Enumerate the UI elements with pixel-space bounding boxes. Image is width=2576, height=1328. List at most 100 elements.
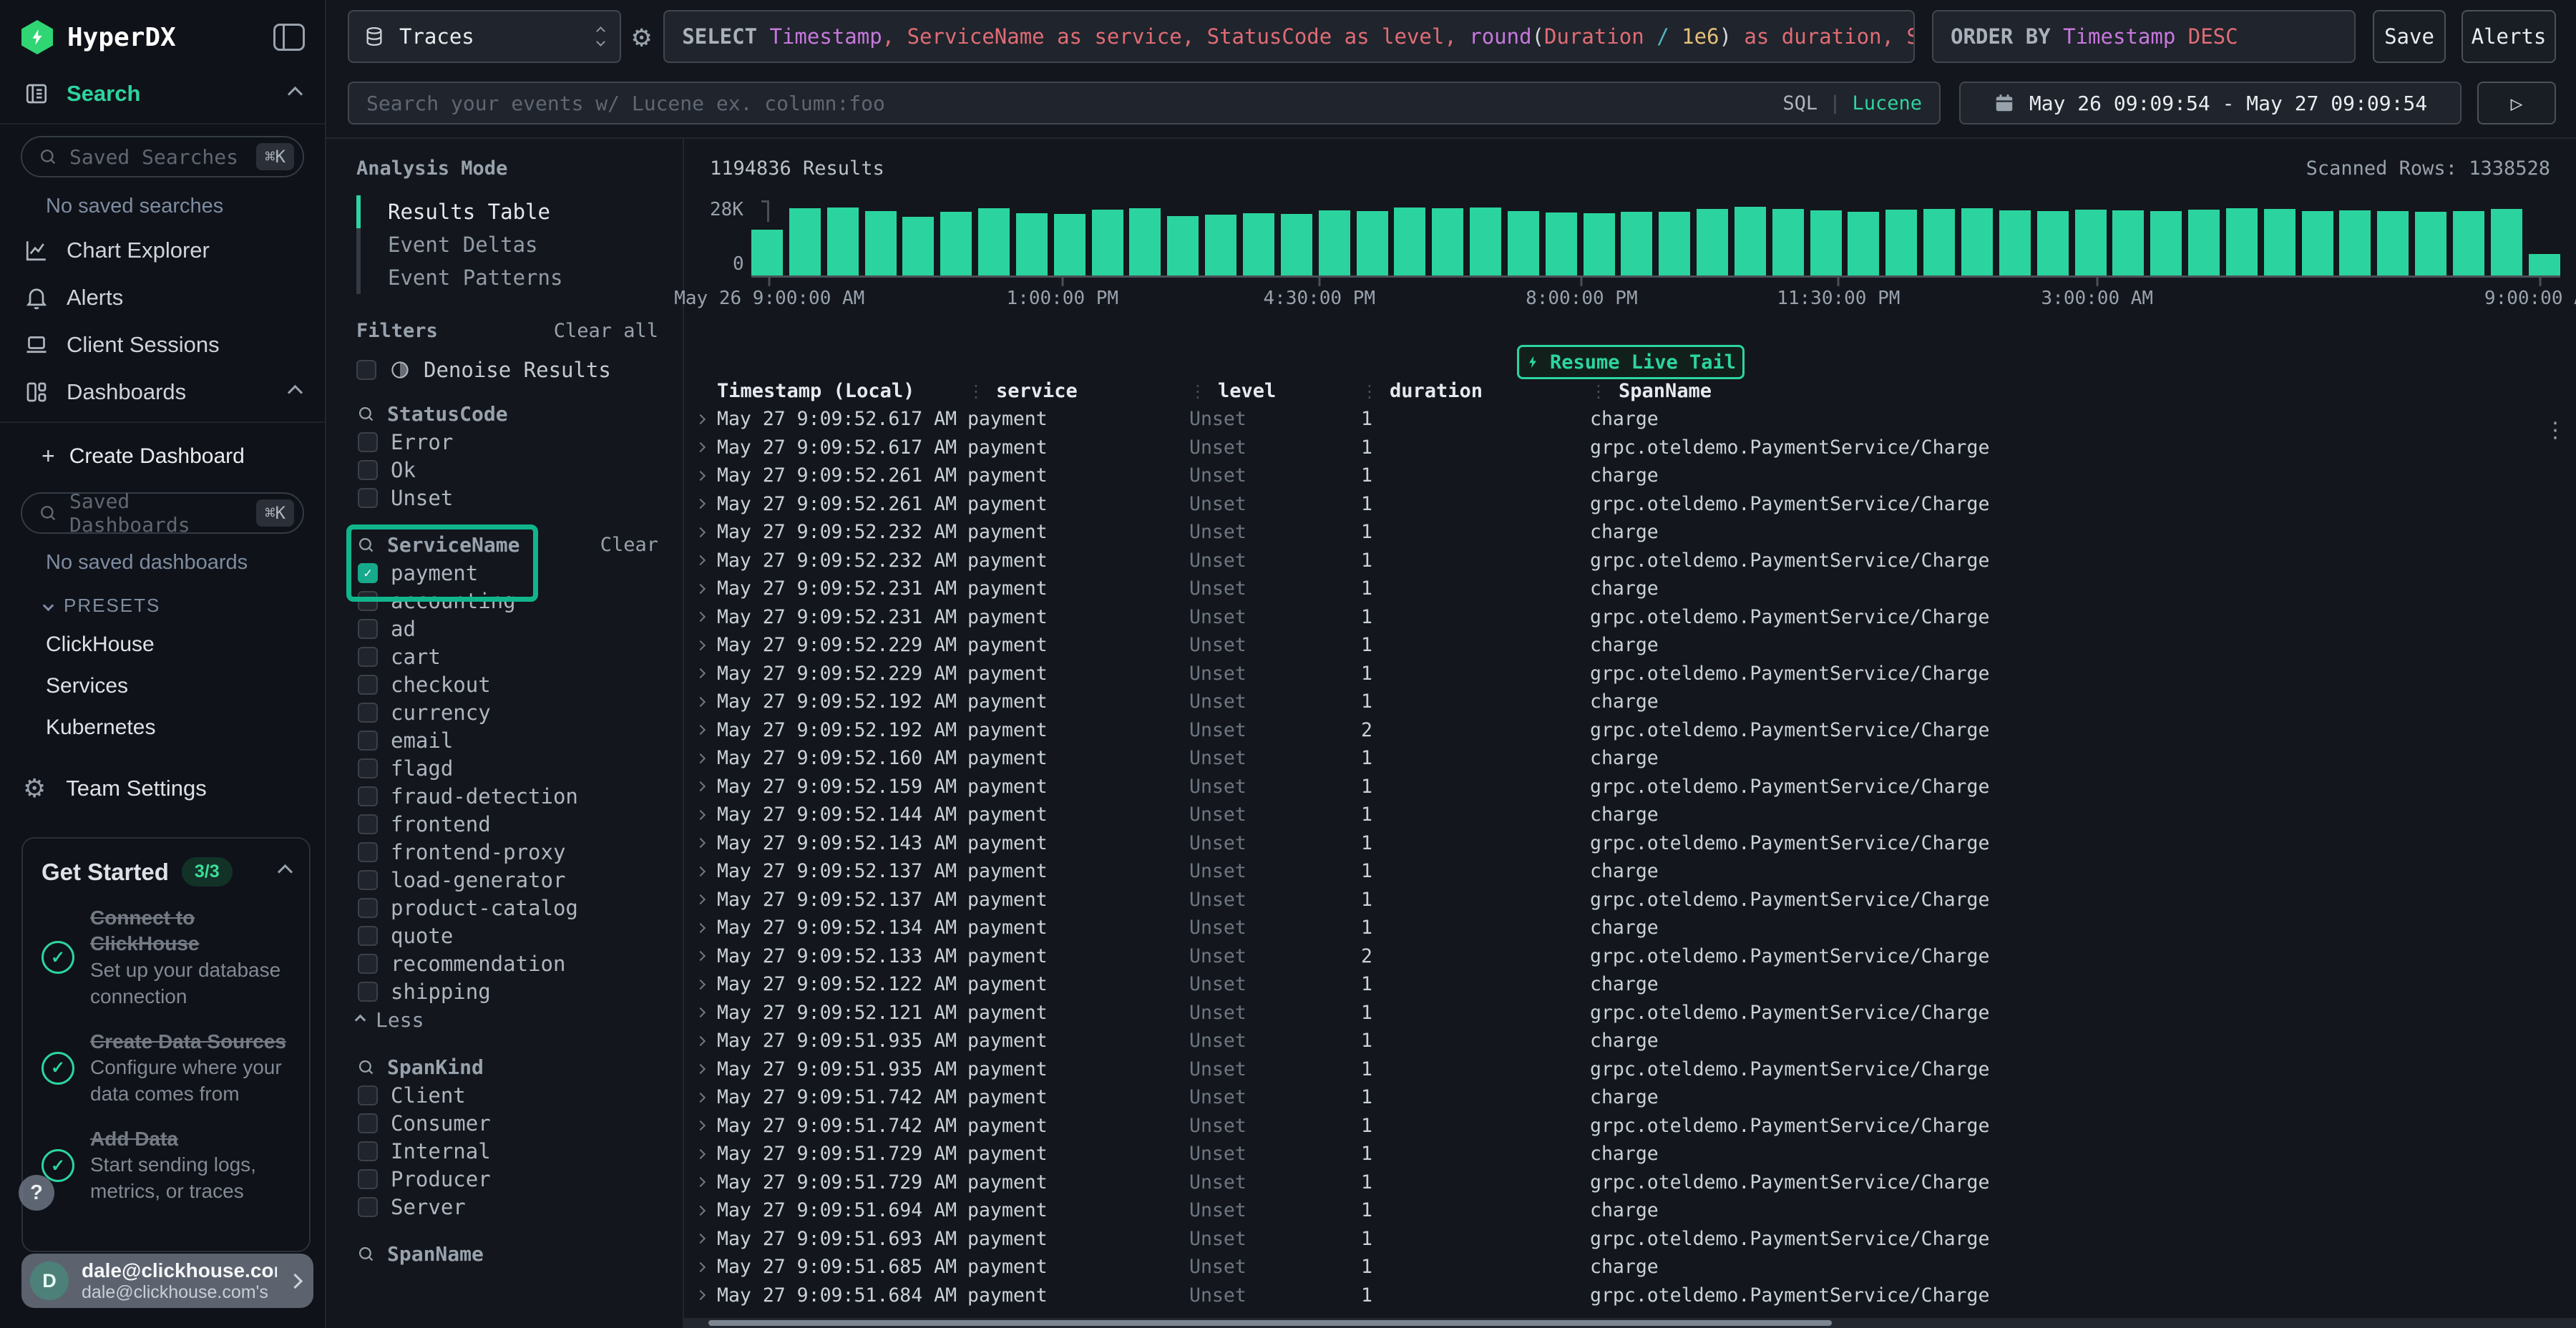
checkbox[interactable] — [358, 619, 378, 639]
checkbox[interactable] — [358, 786, 378, 806]
checkbox[interactable] — [358, 898, 378, 918]
table-row[interactable]: May 27 9:09:51.729 AMpaymentUnset1charge — [684, 1140, 2576, 1168]
checkbox[interactable] — [358, 842, 378, 862]
checkbox[interactable] — [358, 1085, 378, 1105]
clear-all-button[interactable]: Clear all — [554, 320, 658, 342]
filter-option-ad[interactable]: ad — [356, 615, 670, 643]
checkbox[interactable] — [358, 1141, 378, 1161]
column-header-duration[interactable]: ⋮duration — [1361, 380, 1590, 402]
row-expander[interactable] — [684, 868, 717, 875]
checkbox[interactable] — [358, 758, 378, 778]
checkbox[interactable] — [358, 1113, 378, 1133]
table-row[interactable]: May 27 9:09:52.229 AMpaymentUnset1charge — [684, 631, 2576, 660]
table-row[interactable]: May 27 9:09:52.192 AMpaymentUnset1charge — [684, 688, 2576, 716]
row-expander[interactable] — [684, 1235, 717, 1242]
table-row[interactable]: May 27 9:09:51.685 AMpaymentUnset1charge — [684, 1253, 2576, 1281]
get-started-step[interactable]: ✓Connect to ClickHouseSet up your databa… — [42, 905, 291, 1010]
row-expander[interactable] — [684, 585, 717, 592]
filter-group-clear-button[interactable]: Clear — [600, 534, 658, 556]
sidebar-item-chart-explorer[interactable]: Chart Explorer — [0, 227, 325, 274]
horizontal-scrollbar[interactable] — [684, 1318, 2576, 1328]
results-histogram[interactable]: 28K 0 May 26 9:00:00 AM1:00:00 PM4:30:00… — [751, 206, 2560, 305]
sql-select-input[interactable]: SELECT Timestamp, ServiceName as service… — [663, 10, 1915, 63]
table-options-kebab-icon[interactable]: ⋮ — [2545, 418, 2566, 443]
row-expander[interactable] — [684, 726, 717, 733]
column-header-timestamp-local-[interactable]: Timestamp (Local) — [717, 380, 967, 402]
user-menu[interactable]: D dale@clickhouse.com dale@clickhouse.co… — [21, 1254, 313, 1308]
filter-option-frontend-proxy[interactable]: frontend-proxy — [356, 838, 670, 866]
row-expander[interactable] — [684, 1292, 717, 1299]
filter-option-recommendation[interactable]: recommendation — [356, 949, 670, 977]
create-dashboard-button[interactable]: + Create Dashboard — [0, 429, 325, 481]
filter-option-flagd[interactable]: flagd — [356, 754, 670, 782]
filter-option-quote[interactable]: quote — [356, 922, 670, 949]
filter-option-server[interactable]: Server — [356, 1193, 670, 1221]
table-row[interactable]: May 27 9:09:52.134 AMpaymentUnset1charge — [684, 914, 2576, 942]
row-expander[interactable] — [684, 1065, 717, 1073]
filter-option-producer[interactable]: Producer — [356, 1165, 670, 1193]
row-expander[interactable] — [684, 642, 717, 649]
checkbox[interactable] — [356, 360, 376, 380]
checkbox[interactable] — [358, 926, 378, 946]
save-button[interactable]: Save — [2373, 10, 2446, 63]
get-started-step[interactable]: ✓Create Data SourcesConfigure where your… — [42, 1029, 291, 1108]
filter-option-error[interactable]: Error — [356, 428, 670, 456]
table-row[interactable]: May 27 9:09:52.232 AMpaymentUnset1charge — [684, 518, 2576, 547]
column-drag-handle-icon[interactable]: ⋮ — [1361, 381, 1378, 401]
row-expander[interactable] — [684, 924, 717, 932]
table-row[interactable]: May 27 9:09:52.122 AMpaymentUnset1charge — [684, 970, 2576, 999]
filter-option-shipping[interactable]: shipping — [356, 977, 670, 1005]
column-header-spanname[interactable]: ⋮SpanName — [1590, 380, 2576, 402]
preset-services[interactable]: Services — [0, 665, 325, 707]
checkbox[interactable] — [358, 1197, 378, 1217]
preset-clickhouse[interactable]: ClickHouse — [0, 624, 325, 665]
row-expander[interactable] — [684, 1178, 717, 1186]
table-row[interactable]: May 27 9:09:52.261 AMpaymentUnset1grpc.o… — [684, 490, 2576, 519]
row-expander[interactable] — [684, 1151, 717, 1158]
filter-option-consumer[interactable]: Consumer — [356, 1109, 670, 1137]
analysis-mode-results-table[interactable]: Results Table — [356, 195, 670, 228]
row-expander[interactable] — [684, 613, 717, 620]
table-row[interactable]: May 27 9:09:51.935 AMpaymentUnset1charge — [684, 1027, 2576, 1055]
row-expander[interactable] — [684, 1264, 717, 1271]
filter-option-load-generator[interactable]: load-generator — [356, 866, 670, 894]
sidebar-item-client-sessions[interactable]: Client Sessions — [0, 321, 325, 368]
table-row[interactable]: May 27 9:09:52.229 AMpaymentUnset1grpc.o… — [684, 660, 2576, 688]
table-row[interactable]: May 27 9:09:52.159 AMpaymentUnset1grpc.o… — [684, 773, 2576, 801]
checkbox[interactable] — [358, 647, 378, 667]
table-row[interactable]: May 27 9:09:52.160 AMpaymentUnset1charge — [684, 744, 2576, 773]
alerts-button[interactable]: Alerts — [2462, 10, 2556, 63]
table-row[interactable]: May 27 9:09:51.742 AMpaymentUnset1charge — [684, 1083, 2576, 1112]
checkbox[interactable] — [358, 432, 378, 452]
collapse-sidebar-icon[interactable] — [273, 24, 305, 51]
date-range-picker[interactable]: May 26 09:09:54 - May 27 09:09:54 — [1959, 82, 2462, 125]
run-query-button[interactable]: ▷ — [2477, 82, 2556, 125]
column-header-service[interactable]: ⋮service — [967, 380, 1189, 402]
filter-option-cart[interactable]: cart — [356, 643, 670, 670]
row-expander[interactable] — [684, 670, 717, 677]
column-header-level[interactable]: ⋮level — [1189, 380, 1361, 402]
checkbox[interactable] — [358, 982, 378, 1002]
checkbox[interactable] — [358, 731, 378, 751]
source-settings-gear-icon[interactable]: ⚙ — [633, 21, 650, 52]
checkbox[interactable] — [358, 488, 378, 508]
saved-searches-input[interactable]: Saved Searches ⌘K — [21, 136, 304, 177]
row-expander[interactable] — [684, 952, 717, 960]
help-button[interactable]: ? — [19, 1175, 54, 1211]
row-expander[interactable] — [684, 1122, 717, 1129]
table-row[interactable]: May 27 9:09:51.694 AMpaymentUnset1charge — [684, 1196, 2576, 1225]
filter-option-currency[interactable]: currency — [356, 698, 670, 726]
table-row[interactable]: May 27 9:09:52.617 AMpaymentUnset1charge — [684, 405, 2576, 434]
row-expander[interactable] — [684, 896, 717, 903]
row-expander[interactable] — [684, 500, 717, 507]
checkbox[interactable] — [358, 460, 378, 480]
row-expander[interactable] — [684, 811, 717, 819]
table-row[interactable]: May 27 9:09:52.143 AMpaymentUnset1grpc.o… — [684, 829, 2576, 858]
team-settings-button[interactable]: ⚙ Team Settings — [0, 748, 325, 812]
row-expander[interactable] — [684, 783, 717, 790]
filter-option-ok[interactable]: Ok — [356, 456, 670, 484]
checkbox[interactable] — [358, 954, 378, 974]
table-row[interactable]: May 27 9:09:51.729 AMpaymentUnset1grpc.o… — [684, 1168, 2576, 1197]
saved-dashboards-input[interactable]: Saved Dashboards ⌘K — [21, 492, 304, 534]
table-row[interactable]: May 27 9:09:52.133 AMpaymentUnset2grpc.o… — [684, 942, 2576, 971]
